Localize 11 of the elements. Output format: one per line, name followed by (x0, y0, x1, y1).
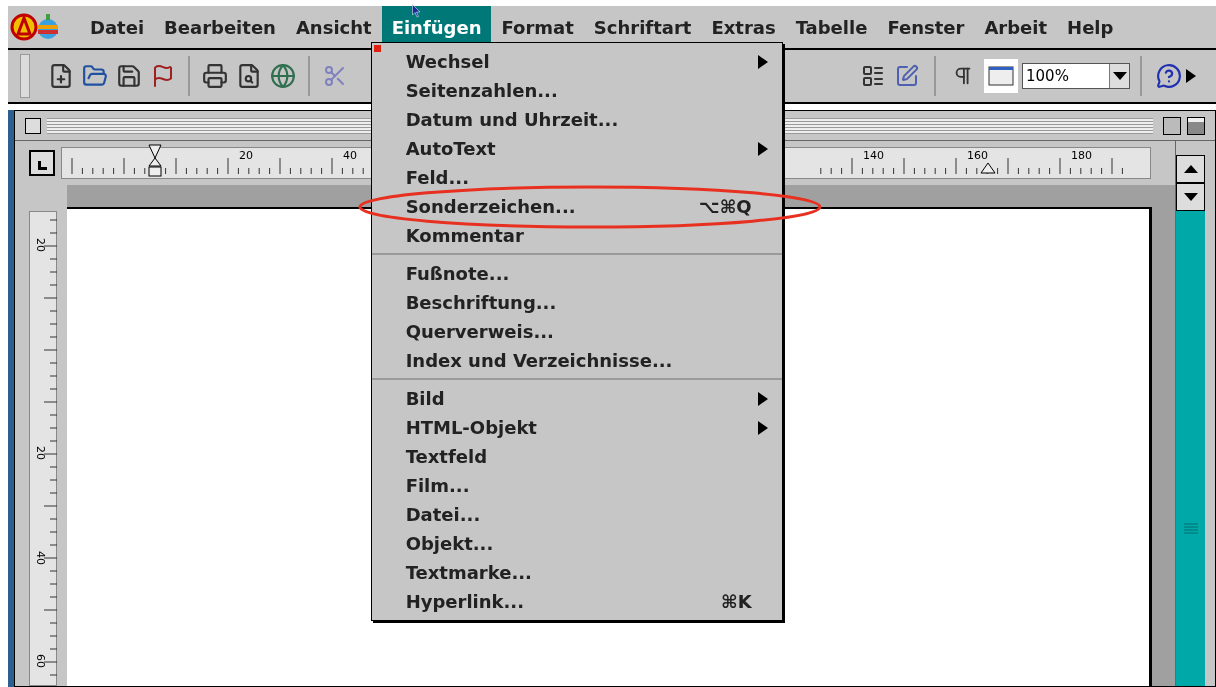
ruler-number: 20 (32, 446, 48, 460)
shortcut-text: ⌘K (721, 590, 753, 614)
ruler-number: 160 (967, 148, 988, 164)
ruler-number: 40 (32, 551, 48, 565)
ruler-number: 60 (32, 654, 48, 668)
ruler-number: 20 (239, 148, 253, 164)
ruler-number: 140 (863, 148, 884, 164)
shortcut-text: ⌥⌘Q (698, 195, 753, 219)
ruler-number: 20 (32, 238, 48, 252)
ruler-number: 180 (1071, 148, 1092, 164)
ruler-number: 40 (343, 148, 357, 164)
